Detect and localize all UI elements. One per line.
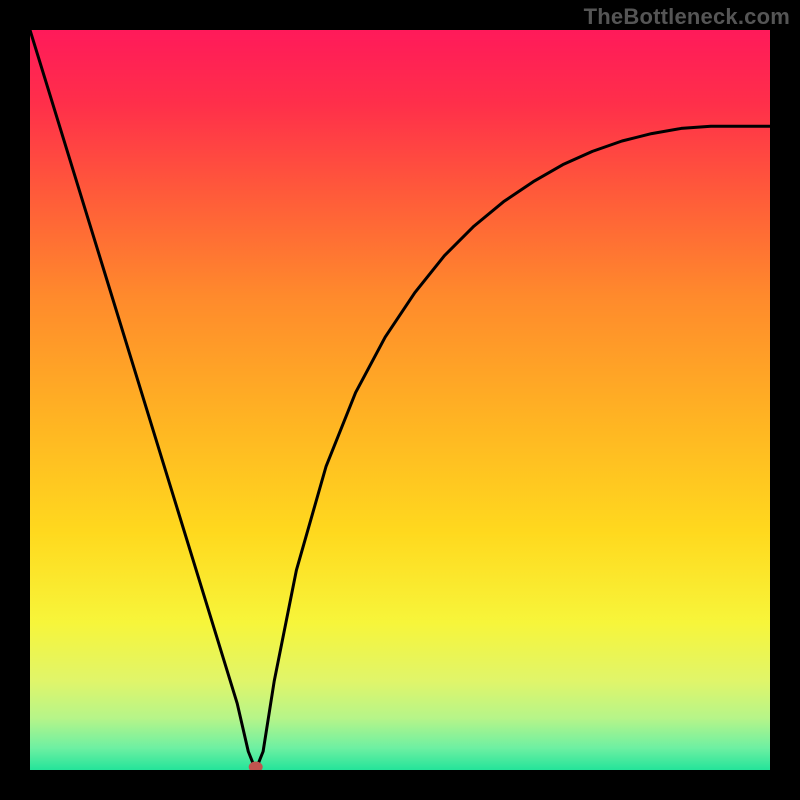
bottleneck-curve-layer	[30, 30, 770, 770]
chart-frame: TheBottleneck.com	[0, 0, 800, 800]
bottleneck-curve	[30, 30, 770, 770]
plot-area	[30, 30, 770, 770]
watermark-text: TheBottleneck.com	[584, 4, 790, 30]
bottleneck-marker	[249, 762, 263, 771]
